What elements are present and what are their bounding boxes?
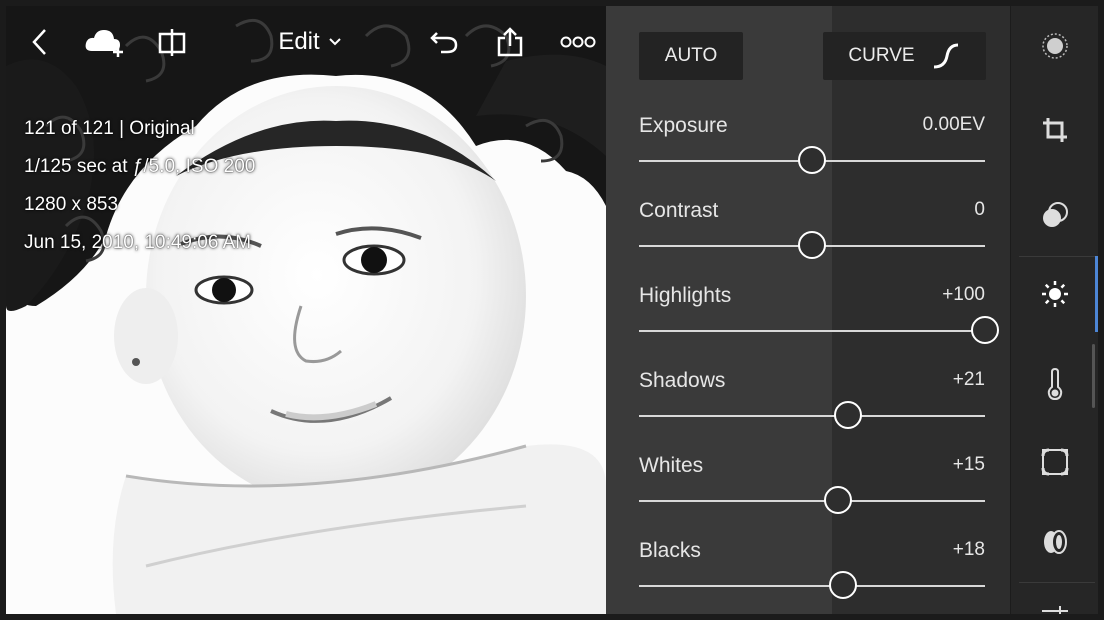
slider-label: Blacks	[639, 539, 701, 562]
adjust-sliders-icon	[1042, 606, 1068, 614]
temperature-icon	[1047, 368, 1063, 400]
slider-track[interactable]	[639, 330, 985, 332]
slider-label: Highlights	[639, 284, 732, 307]
slider-exposure: Exposure 0.00EV	[639, 114, 985, 194]
photo-datetime: Jun 15, 2010, 10:49:06 AM	[24, 232, 252, 253]
compare-icon	[158, 29, 186, 56]
tool-vignette[interactable]	[1035, 442, 1075, 482]
photo-canvas[interactable]: Edit 121 of 121 | Original 1/125 sec at …	[6, 6, 606, 614]
slider-track[interactable]	[639, 500, 985, 502]
presets-icon	[1042, 33, 1068, 59]
rail-scrollbar[interactable]	[1092, 344, 1095, 408]
rail-divider	[1019, 256, 1095, 257]
back-button[interactable]	[24, 24, 54, 60]
slider-thumb[interactable]	[829, 571, 857, 599]
more-icon	[560, 36, 596, 48]
slider-label: Whites	[639, 454, 704, 477]
slider-value[interactable]: +15	[953, 454, 985, 476]
slider-blacks: Blacks +18	[639, 539, 985, 614]
color-mix-icon	[1043, 202, 1068, 227]
app-frame: Edit 121 of 121 | Original 1/125 sec at …	[6, 6, 1098, 614]
portrait-photo	[6, 6, 606, 614]
slider-value[interactable]: +18	[953, 539, 985, 561]
slider-thumb[interactable]	[798, 231, 826, 259]
slider-thumb[interactable]	[834, 401, 862, 429]
rail-divider	[1019, 582, 1095, 583]
slider-track[interactable]	[639, 415, 985, 417]
share-icon	[497, 27, 523, 57]
more-button[interactable]	[558, 24, 598, 60]
top-toolbar: Edit	[6, 6, 606, 78]
lens-icon	[1044, 530, 1067, 554]
slider-value[interactable]: 0.00EV	[923, 114, 985, 136]
slider-value[interactable]: +100	[942, 284, 985, 306]
tool-light[interactable]	[1035, 274, 1075, 314]
tool-lens[interactable]	[1035, 522, 1075, 562]
slider-whites: Whites +15	[639, 454, 985, 534]
slider-track[interactable]	[639, 585, 985, 587]
undo-icon	[430, 32, 458, 54]
light-icon	[1042, 281, 1068, 307]
tool-presets[interactable]	[1035, 26, 1075, 66]
slider-shadows: Shadows +21	[639, 369, 985, 449]
tool-color-mix[interactable]	[1035, 195, 1075, 235]
slider-value[interactable]: +21	[953, 369, 985, 391]
cloud-add-button[interactable]	[82, 24, 128, 60]
slider-contrast: Contrast 0	[639, 199, 985, 279]
photo-dimensions: 1280 x 853	[24, 194, 119, 215]
slider-thumb[interactable]	[798, 146, 826, 174]
tool-crop[interactable]	[1035, 110, 1075, 150]
light-adjust-panel: AUTO CURVE Exposure 0.00EV Contrast 0 Highli…	[606, 6, 1010, 614]
photo-count: 121 of 121 | Original	[24, 118, 195, 139]
back-chevron-icon	[32, 29, 46, 55]
cloud-add-icon	[85, 30, 123, 57]
slider-thumb[interactable]	[824, 486, 852, 514]
photo-info-overlay: 121 of 121 | Original 1/125 sec at ƒ/5.0…	[24, 110, 255, 262]
tool-rail	[1010, 6, 1098, 614]
crop-icon	[1043, 118, 1067, 142]
photo-exposure-info: 1/125 sec at ƒ/5.0, ISO 200	[24, 156, 256, 177]
curve-label: CURVE	[848, 45, 915, 66]
compare-button[interactable]	[154, 24, 190, 60]
curve-button[interactable]: CURVE	[823, 32, 986, 80]
active-tool-indicator	[1095, 256, 1098, 332]
slider-label: Contrast	[639, 199, 719, 222]
edit-label: Edit	[278, 28, 320, 55]
chevron-down-icon	[328, 38, 341, 46]
slider-value[interactable]: 0	[974, 199, 985, 221]
slider-label: Exposure	[639, 114, 728, 137]
edit-menu[interactable]: Edit	[270, 24, 350, 60]
share-button[interactable]	[492, 24, 528, 60]
slider-thumb[interactable]	[971, 316, 999, 344]
slider-label: Shadows	[639, 369, 726, 392]
auto-button[interactable]: AUTO	[639, 32, 743, 80]
curve-icon	[933, 43, 958, 69]
vignette-icon	[1041, 448, 1069, 476]
tool-adjust[interactable]	[1035, 596, 1075, 614]
undo-button[interactable]	[426, 24, 462, 60]
slider-highlights: Highlights +100	[639, 284, 999, 364]
tool-temperature[interactable]	[1035, 364, 1075, 404]
